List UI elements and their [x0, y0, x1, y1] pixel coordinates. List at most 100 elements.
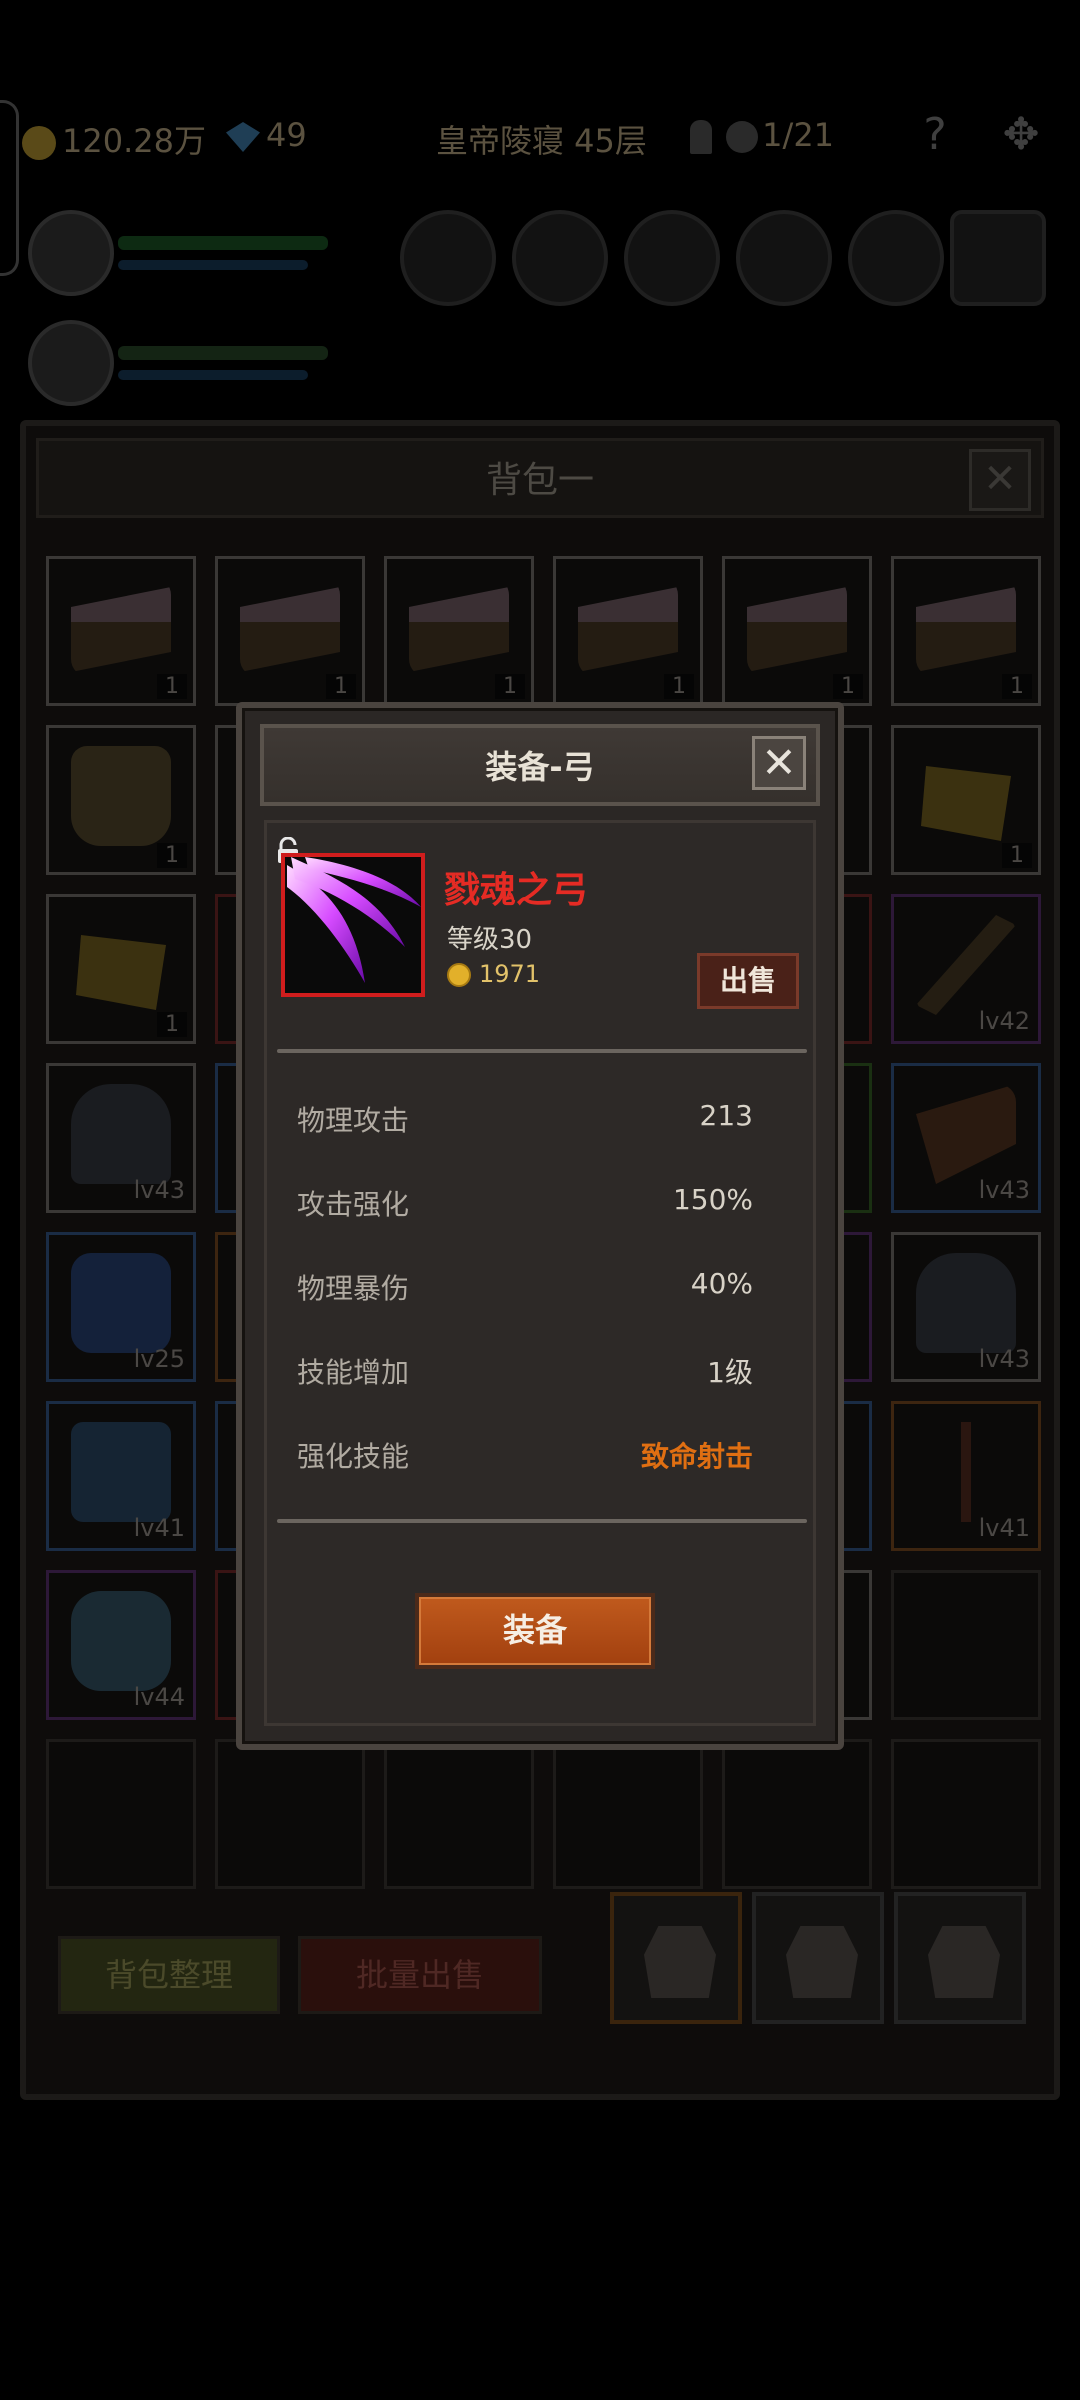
inventory-slot[interactable]: lv43: [891, 1232, 1041, 1382]
mp-bar: [118, 370, 308, 380]
bulk-sell-button[interactable]: 批量出售: [298, 1936, 542, 2014]
item-quantity: 1: [664, 674, 694, 699]
bag-icon: [928, 1926, 1000, 1998]
inventory-slot[interactable]: 1: [46, 725, 196, 875]
glove-icon: [71, 1591, 171, 1691]
locked-skill-slot[interactable]: [950, 210, 1046, 306]
item-quantity: 1: [157, 674, 187, 699]
inventory-title: 背包一: [485, 460, 594, 501]
stat-value: 213: [699, 1099, 753, 1132]
inventory-slot[interactable]: 1: [46, 556, 196, 706]
inventory-slot[interactable]: 1: [46, 894, 196, 1044]
item-quantity: 1: [833, 674, 863, 699]
gem-amount: 49: [266, 116, 307, 154]
inventory-slot[interactable]: lv43: [46, 1063, 196, 1213]
inventory-slot[interactable]: lv41: [46, 1401, 196, 1551]
bag-tab-1[interactable]: [610, 1892, 742, 2024]
inventory-slot[interactable]: lv44: [46, 1570, 196, 1720]
bag-icon: [786, 1926, 858, 1998]
skill-slot[interactable]: [848, 210, 944, 306]
inventory-slot[interactable]: lv43: [891, 1063, 1041, 1213]
gem-icon: [226, 122, 260, 152]
hero-avatar: [28, 320, 114, 406]
boots-icon: [71, 1253, 171, 1353]
inventory-slot[interactable]: 1: [553, 556, 703, 706]
inventory-slot[interactable]: [215, 1739, 365, 1889]
enhanced-skill-value: 致命射击: [640, 1440, 753, 1473]
item-level-badge: lv44: [133, 1683, 185, 1711]
cake-icon: [916, 587, 1016, 672]
item-name: 戮魂之弓: [444, 870, 589, 911]
location-label: 皇帝陵寝 45层: [436, 122, 647, 160]
inventory-slot[interactable]: 1: [891, 556, 1041, 706]
inventory-slot[interactable]: [46, 1739, 196, 1889]
key-amount: 1/21: [762, 116, 835, 154]
trident-icon: [961, 1422, 971, 1522]
gold-coin-icon: [22, 126, 56, 160]
skill-slot[interactable]: [736, 210, 832, 306]
inventory-slot[interactable]: lv42: [891, 894, 1041, 1044]
inventory-slot[interactable]: [553, 1739, 703, 1889]
stat-label: 技能增加: [297, 1356, 410, 1389]
stat-value: 1级: [707, 1356, 753, 1389]
inventory-slot[interactable]: [891, 1739, 1041, 1889]
skill-slot[interactable]: [512, 210, 608, 306]
gold-amount: 120.28万: [62, 122, 206, 160]
item-level-badge: lv42: [978, 1007, 1030, 1035]
divider: [277, 1049, 807, 1053]
weapon-icon: [916, 915, 1016, 1015]
sell-button[interactable]: 出售: [697, 953, 799, 1009]
item-level-badge: lv43: [978, 1176, 1030, 1204]
armor-icon: [916, 1253, 1016, 1353]
question-icon[interactable]: ?: [910, 110, 960, 160]
inventory-slot[interactable]: [722, 1739, 872, 1889]
item-level-badge: lv41: [978, 1514, 1030, 1542]
bag-icon: [644, 1926, 716, 1998]
key-icon: [690, 120, 712, 154]
inventory-slot[interactable]: lv25: [46, 1232, 196, 1382]
stat-row: 攻击强化 150%: [297, 1183, 753, 1223]
inventory-slot[interactable]: lv41: [891, 1401, 1041, 1551]
inventory-slot[interactable]: [384, 1739, 534, 1889]
inventory-slot[interactable]: 1: [384, 556, 534, 706]
hp-bar: [118, 346, 328, 360]
item-quantity: 1: [157, 1012, 187, 1037]
inventory-slot[interactable]: 1: [891, 725, 1041, 875]
stat-label: 强化技能: [297, 1440, 410, 1473]
top-resource-bar: 120.28万 49 皇帝陵寝 45层 1/21 ? ✥: [0, 100, 1080, 175]
bow-claw-icon: [281, 853, 425, 997]
divider: [277, 1519, 807, 1523]
item-quantity: 1: [1002, 843, 1032, 868]
inventory-close-button[interactable]: ✕: [969, 449, 1031, 511]
inventory-slot[interactable]: [891, 1570, 1041, 1720]
armor-icon: [71, 1084, 171, 1184]
mp-bar: [118, 260, 308, 270]
hero-status-2[interactable]: [28, 320, 328, 420]
item-level-badge: lv43: [978, 1345, 1030, 1373]
gold-counter: 120.28万: [22, 116, 206, 162]
leg-icon: [71, 1422, 171, 1522]
inventory-slot[interactable]: 1: [722, 556, 872, 706]
inventory-slot[interactable]: 1: [215, 556, 365, 706]
cheese-icon: [76, 935, 166, 1010]
beer-icon: [71, 746, 171, 846]
hero-status-1[interactable]: [28, 210, 328, 310]
gold-coin-icon: [447, 963, 471, 987]
cake-icon: [409, 587, 509, 672]
bag-tab-3[interactable]: [894, 1892, 1026, 2024]
bag-tab-2[interactable]: [752, 1892, 884, 2024]
item-quantity: 1: [157, 843, 187, 868]
gauntlet-icon: [916, 1084, 1016, 1184]
sort-bag-button[interactable]: 背包整理: [58, 1936, 280, 2014]
dialog-body: 戮魂之弓 等级30 1971 出售 物理攻击 213 攻击强化 150% 物理暴…: [264, 820, 816, 1726]
skill-slot[interactable]: [624, 210, 720, 306]
stat-label: 攻击强化: [297, 1188, 410, 1221]
equip-button[interactable]: 装备: [415, 1593, 655, 1669]
skill-slot[interactable]: [400, 210, 496, 306]
item-level: 等级30: [447, 925, 533, 955]
key-counter: 1/21: [690, 116, 834, 154]
hero-avatar: [28, 210, 114, 296]
gear-icon[interactable]: ✥: [996, 110, 1046, 160]
dialog-close-button[interactable]: ✕: [752, 736, 806, 790]
dialog-header: 装备-弓 ✕: [260, 724, 820, 806]
